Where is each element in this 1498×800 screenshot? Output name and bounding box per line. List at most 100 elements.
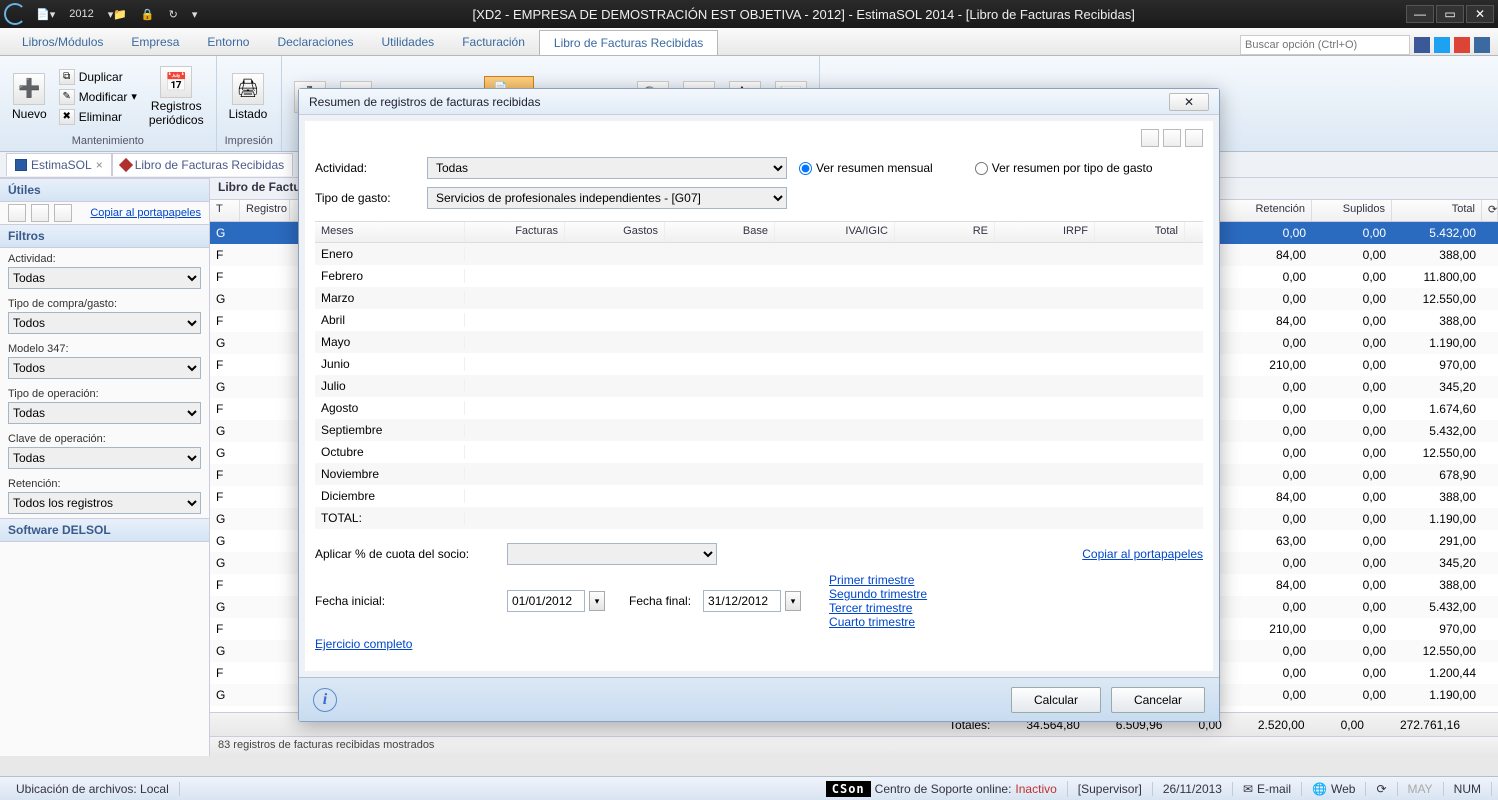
estimasol-icon [15, 159, 27, 171]
col-retencion[interactable]: Retención [1232, 200, 1312, 221]
month-row[interactable]: Marzo [315, 287, 1203, 309]
month-row[interactable]: TOTAL: [315, 507, 1203, 529]
ribbon-tab[interactable]: Facturación [448, 30, 539, 55]
registros-label: Registrosperiódicos [149, 100, 204, 126]
calcular-button[interactable]: Calcular [1011, 687, 1101, 713]
status-refresh-icon[interactable]: ⟳ [1366, 782, 1397, 796]
col-suplidos[interactable]: Suplidos [1312, 200, 1392, 221]
util-icon-3[interactable] [54, 204, 72, 222]
refresh-col-icon[interactable]: ⟳ [1482, 200, 1498, 221]
month-col-header[interactable]: Meses [315, 222, 465, 242]
col-t[interactable]: T [210, 200, 240, 221]
ribbon-tab[interactable]: Utilidades [367, 30, 448, 55]
duplicar-button[interactable]: ⧉Duplicar [57, 68, 139, 86]
trimestre-link[interactable]: Segundo trimestre [829, 587, 927, 601]
month-col-header[interactable]: Total [1095, 222, 1185, 242]
eliminar-button[interactable]: ✖Eliminar [57, 108, 139, 126]
col-total[interactable]: Total [1392, 200, 1482, 221]
month-col-header[interactable]: IRPF [995, 222, 1095, 242]
qat-lock-icon[interactable]: 🔒 [137, 6, 159, 23]
month-col-header[interactable]: RE [895, 222, 995, 242]
radio-tipo-label: Ver resumen por tipo de gasto [992, 161, 1153, 175]
trimestre-link[interactable]: Primer trimestre [829, 573, 927, 587]
ribbon-tab[interactable]: Libros/Módulos [8, 30, 117, 55]
cuota-select[interactable] [507, 543, 717, 565]
filter-tipo-compra-select[interactable]: Todos [8, 312, 201, 334]
trimestre-link[interactable]: Tercer trimestre [829, 601, 927, 615]
month-row[interactable]: Agosto [315, 397, 1203, 419]
month-row[interactable]: Enero [315, 243, 1203, 265]
help-icon[interactable] [1474, 37, 1490, 53]
col-registro[interactable]: Registro [240, 200, 290, 221]
month-col-header[interactable]: Base [665, 222, 775, 242]
doctab-estimasol[interactable]: EstimaSOL × [6, 153, 112, 176]
month-row[interactable]: Junio [315, 353, 1203, 375]
modal-icon-1[interactable] [1141, 129, 1159, 147]
date-dropdown-icon-2[interactable]: ▾ [785, 591, 801, 611]
radio-mensual[interactable] [799, 162, 812, 175]
close-tab-icon[interactable]: × [96, 158, 103, 172]
modal-icon-3[interactable] [1185, 129, 1203, 147]
filter-clave-op-label: Clave de operación: [0, 428, 209, 447]
info-icon[interactable]: i [313, 688, 337, 712]
ribbon-tab[interactable]: Empresa [117, 30, 193, 55]
tw-icon[interactable] [1434, 37, 1450, 53]
month-col-header[interactable]: Gastos [565, 222, 665, 242]
calendar-icon: 📅 [160, 66, 192, 98]
minimize-button[interactable]: — [1406, 5, 1434, 23]
month-row[interactable]: Julio [315, 375, 1203, 397]
filter-actividad-select[interactable]: Todas [8, 267, 201, 289]
dialog-close-button[interactable]: ✕ [1169, 93, 1209, 111]
util-icon-1[interactable] [8, 204, 26, 222]
status-web[interactable]: 🌐 Web [1302, 782, 1366, 796]
month-row[interactable]: Octubre [315, 441, 1203, 463]
qat-doc-icon[interactable]: 📄▾ [32, 6, 59, 23]
qat-year[interactable]: 2012 [65, 6, 97, 22]
modal-icon-2[interactable] [1163, 129, 1181, 147]
filter-tipo-op-select[interactable]: Todas [8, 402, 201, 424]
month-row[interactable]: Abril [315, 309, 1203, 331]
month-row[interactable]: Noviembre [315, 463, 1203, 485]
software-header: Software DELSOL [0, 518, 209, 542]
qat-more-icon[interactable]: ▾ [188, 6, 202, 23]
date-dropdown-icon[interactable]: ▾ [589, 591, 605, 611]
close-button[interactable]: ✕ [1466, 5, 1494, 23]
fecha-inicial-input[interactable] [507, 590, 585, 612]
trimestre-link[interactable]: Cuarto trimestre [829, 615, 927, 629]
qat-refresh-icon[interactable]: ↻ [165, 6, 182, 23]
fb-icon[interactable] [1414, 37, 1430, 53]
filter-clave-op-select[interactable]: Todas [8, 447, 201, 469]
sidebar: Útiles Copiar al portapapeles Filtros Ac… [0, 178, 210, 756]
ribbon-tab[interactable]: Entorno [193, 30, 263, 55]
ribbon-tab[interactable]: Declaraciones [263, 30, 367, 55]
actividad-select[interactable]: Todas [427, 157, 787, 179]
maximize-button[interactable]: ▭ [1436, 5, 1464, 23]
month-col-header[interactable]: IVA/IGIC [775, 222, 895, 242]
month-col-header[interactable]: Facturas [465, 222, 565, 242]
modificar-button[interactable]: ✎Modificar ▾ [57, 88, 139, 106]
registros-periodicos-button[interactable]: 📅 Registrosperiódicos [145, 62, 208, 130]
search-input[interactable] [1240, 35, 1410, 55]
fecha-final-input[interactable] [703, 590, 781, 612]
month-row[interactable]: Diciembre [315, 485, 1203, 507]
gplus-icon[interactable] [1454, 37, 1470, 53]
radio-tipo-gasto[interactable] [975, 162, 988, 175]
totals-v5: 0,00 [1323, 718, 1382, 732]
month-row[interactable]: Febrero [315, 265, 1203, 287]
cancelar-button[interactable]: Cancelar [1111, 687, 1205, 713]
qat-folder-icon[interactable]: ▾📁 [104, 6, 131, 23]
listado-button[interactable]: 🖨 Listado [225, 69, 272, 125]
month-row[interactable]: Septiembre [315, 419, 1203, 441]
status-email[interactable]: ✉ E-mail [1233, 782, 1302, 796]
ribbon-tab[interactable]: Libro de Facturas Recibidas [539, 30, 718, 55]
month-row[interactable]: Mayo [315, 331, 1203, 353]
util-icon-2[interactable] [31, 204, 49, 222]
ejercicio-completo-link[interactable]: Ejercicio completo [315, 637, 412, 651]
nuevo-button[interactable]: ➕ Nuevo [8, 69, 51, 125]
copiar-portapapeles-link-modal[interactable]: Copiar al portapapeles [1082, 547, 1203, 561]
doctab-libro[interactable]: Libro de Facturas Recibidas [112, 153, 293, 176]
filter-347-select[interactable]: Todos [8, 357, 201, 379]
filter-retencion-select[interactable]: Todos los registros [8, 492, 201, 514]
copiar-portapapeles-link[interactable]: Copiar al portapapeles [90, 207, 201, 219]
tipo-gasto-select[interactable]: Servicios de profesionales independiente… [427, 187, 787, 209]
